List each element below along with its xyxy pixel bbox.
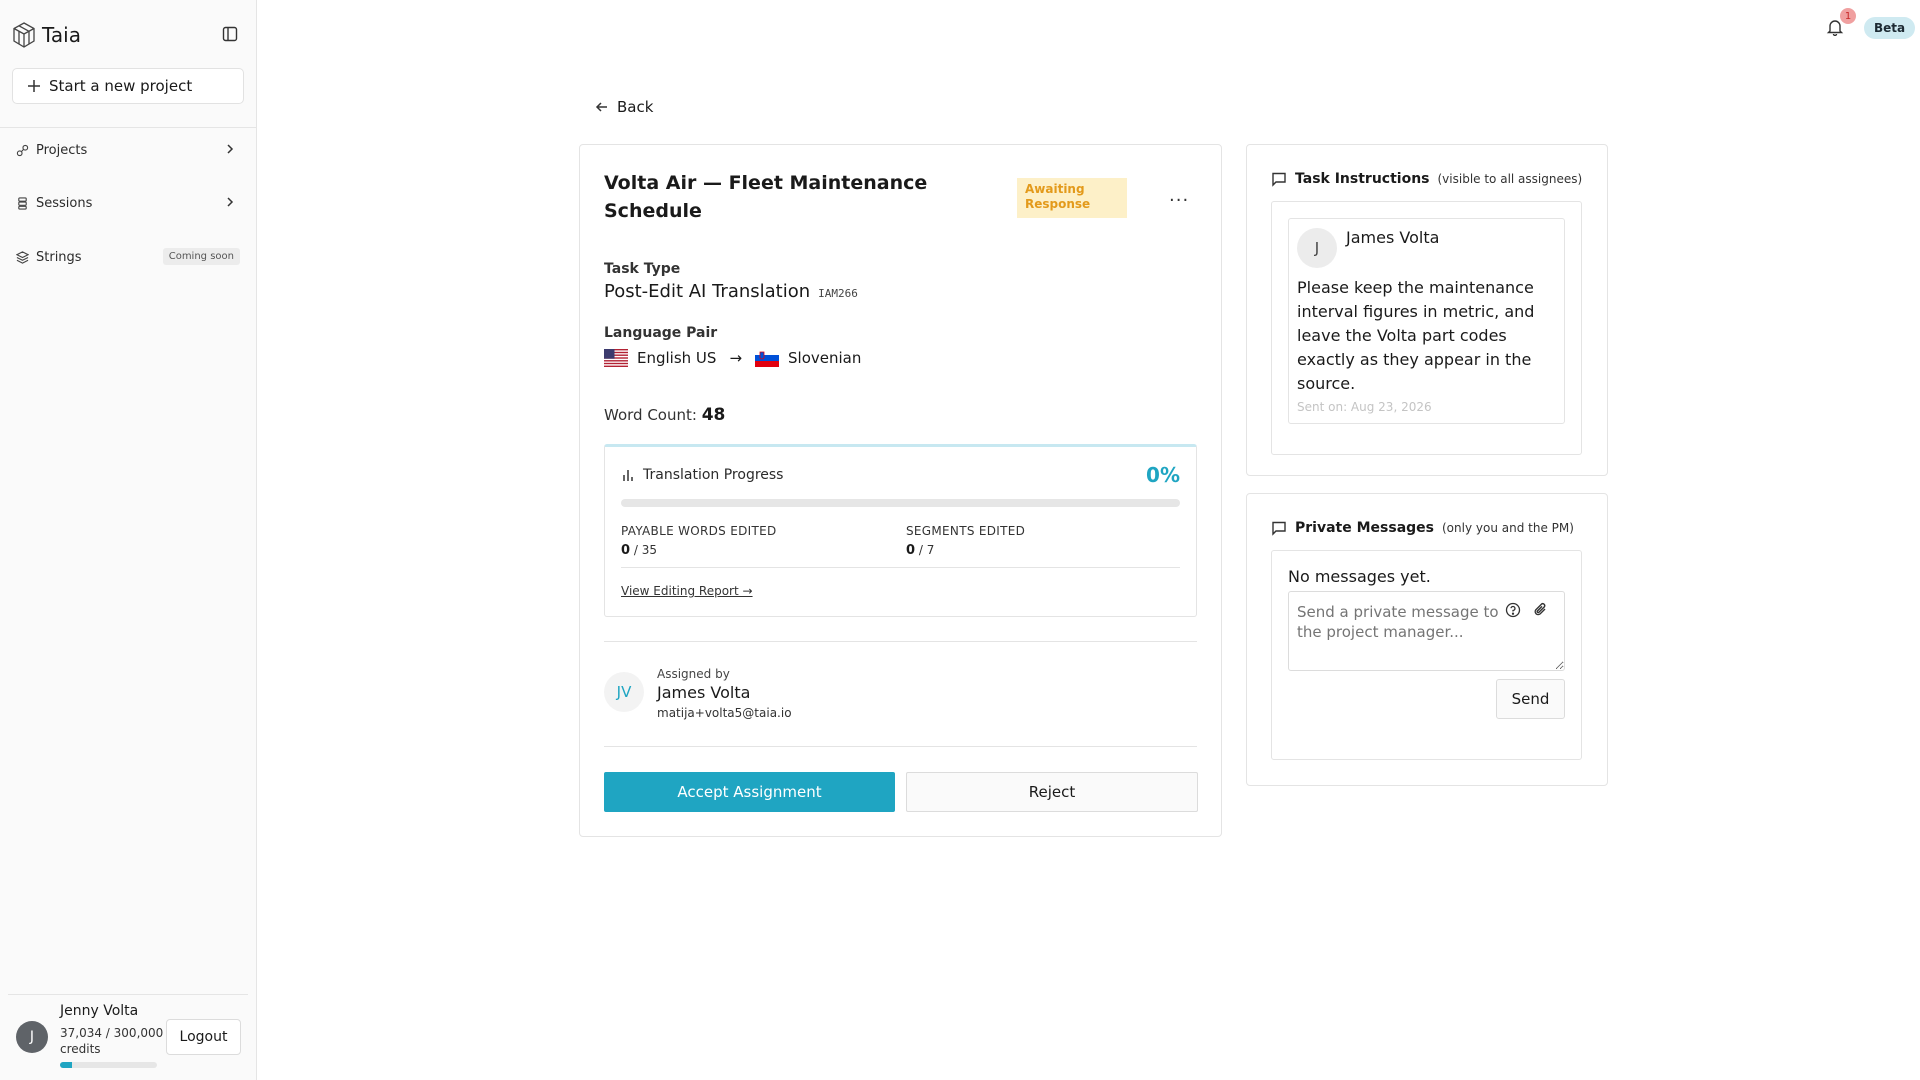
user-avatar[interactable]: J xyxy=(16,1021,48,1053)
target-language: Slovenian xyxy=(788,349,862,367)
back-label: Back xyxy=(617,98,654,116)
progress-divider xyxy=(621,567,1180,568)
back-link[interactable]: Back xyxy=(595,98,653,116)
language-pair: English US → Slovenian xyxy=(604,349,861,367)
coming-soon-badge: Coming soon xyxy=(162,248,240,265)
arrow-left-icon xyxy=(595,102,607,112)
private-messages-subtitle: (only you and the PM) xyxy=(1442,521,1574,535)
task-title: Volta Air — Fleet Maintenance Schedule xyxy=(604,172,928,222)
view-editing-report-link[interactable]: View Editing Report → xyxy=(621,584,753,598)
private-messages-header: Private Messages (only you and the PM) xyxy=(1271,520,1574,536)
beta-badge: Beta xyxy=(1864,17,1916,39)
sidebar-footer-divider xyxy=(8,994,248,995)
instruction-message: J James Volta Please keep the maintenanc… xyxy=(1288,218,1565,424)
word-count-value: 48 xyxy=(701,405,726,425)
payable-words-value: 0 / 35 xyxy=(621,543,657,558)
task-code: IAM266 xyxy=(818,287,858,300)
us-flag-icon xyxy=(604,349,628,367)
private-message-input[interactable] xyxy=(1288,591,1565,671)
credits-progress-bar xyxy=(60,1062,157,1068)
source-language: English US xyxy=(637,349,717,367)
payable-words-label: PAYABLE WORDS EDITED xyxy=(621,524,777,538)
plus-icon xyxy=(28,80,40,92)
progress-bar xyxy=(621,499,1180,507)
segments-done: 0 xyxy=(906,543,916,558)
segments-edited-label: SEGMENTS EDITED xyxy=(906,524,1026,538)
segments-total: / 7 xyxy=(918,543,935,557)
sidebar-item-sessions[interactable]: Sessions xyxy=(12,188,244,218)
user-credits: 37,034 / 300,000 credits xyxy=(60,1026,164,1056)
message-square-icon xyxy=(1272,172,1286,187)
private-messages-title: Private Messages xyxy=(1295,520,1434,536)
sidebar: Taia Start a new project Projects Sessio… xyxy=(0,0,257,1080)
progress-title-text: Translation Progress xyxy=(643,467,784,483)
user-name: Jenny Volta xyxy=(60,1003,139,1019)
message-square-icon xyxy=(1272,521,1286,536)
task-instructions-subtitle: (visible to all assignees) xyxy=(1437,172,1583,186)
sent-date: Sent on: Aug 23, 2026 xyxy=(1297,400,1432,414)
send-button[interactable]: Send xyxy=(1496,679,1565,719)
progress-title: Translation Progress xyxy=(621,467,783,483)
cube-logo-icon xyxy=(13,22,35,48)
assigner-name: James Volta xyxy=(657,683,751,702)
app-logo[interactable]: Taia xyxy=(12,22,81,48)
assigner-email: matija+volta5@taia.io xyxy=(657,706,792,720)
progress-percent: 0% xyxy=(1146,463,1180,487)
task-type-label: Task Type xyxy=(604,261,681,277)
author-name: James Volta xyxy=(1346,228,1440,247)
divider xyxy=(604,641,1197,642)
sidebar-item-label: Projects xyxy=(36,142,88,158)
assigned-by-label: Assigned by xyxy=(657,667,730,681)
author-avatar: J xyxy=(1297,228,1337,268)
sidebar-item-label: Strings xyxy=(36,249,82,265)
status-badge: Awaiting Response xyxy=(1017,178,1127,218)
word-count-label: Word Count: xyxy=(604,406,697,424)
sidebar-divider xyxy=(0,127,256,128)
logout-button[interactable]: Logout xyxy=(166,1019,241,1055)
task-type-value: Post-Edit AI Translation xyxy=(604,281,811,302)
app-name: Taia xyxy=(42,23,81,47)
instruction-text: Please keep the maintenance interval fig… xyxy=(1297,278,1535,393)
bar-chart-icon xyxy=(623,470,633,481)
sidebar-item-label: Sessions xyxy=(36,195,93,211)
sidebar-toggle-button[interactable] xyxy=(220,24,240,44)
paperclip-icon[interactable] xyxy=(1532,601,1550,619)
chevron-right-icon xyxy=(227,197,234,207)
layers-icon xyxy=(16,250,29,264)
payable-words-done: 0 xyxy=(621,543,631,558)
sidebar-item-projects[interactable]: Projects xyxy=(12,135,244,165)
sidebar-item-strings[interactable]: Strings Coming soon xyxy=(12,242,244,272)
sessions-icon xyxy=(18,196,27,210)
projects-icon xyxy=(16,144,29,156)
task-type: Post-Edit AI Translation IAM266 xyxy=(604,281,858,302)
word-count: Word Count: 48 xyxy=(604,405,725,425)
private-messages-container: No messages yet. Send xyxy=(1271,550,1582,760)
help-circle-icon[interactable] xyxy=(1504,601,1522,619)
task-instructions-panel: Task Instructions (visible to all assign… xyxy=(1246,144,1608,476)
language-pair-label: Language Pair xyxy=(604,325,718,341)
segments-edited-value: 0 / 7 xyxy=(906,543,934,558)
slovenia-flag-icon xyxy=(755,349,780,367)
divider xyxy=(604,746,1197,747)
private-messages-panel: Private Messages (only you and the PM) N… xyxy=(1246,493,1608,786)
more-options-button[interactable]: ... xyxy=(1169,185,1189,206)
credits-progress-fill xyxy=(60,1062,72,1068)
panel-left-icon xyxy=(222,26,238,42)
accept-assignment-button[interactable]: Accept Assignment xyxy=(604,772,895,812)
task-instructions-title: Task Instructions xyxy=(1295,171,1430,187)
reject-button[interactable]: Reject xyxy=(906,772,1198,812)
chevron-right-icon xyxy=(227,144,234,154)
language-arrow: → xyxy=(729,349,743,367)
assigner-avatar: JV xyxy=(604,672,644,712)
payable-words-total: / 35 xyxy=(633,543,658,557)
new-project-label: Start a new project xyxy=(49,77,193,95)
task-card: Volta Air — Fleet Maintenance Schedule A… xyxy=(579,144,1222,837)
empty-messages-text: No messages yet. xyxy=(1288,567,1431,586)
notification-count-badge: 1 xyxy=(1840,8,1856,24)
new-project-button[interactable]: Start a new project xyxy=(12,68,244,104)
instructions-container: J James Volta Please keep the maintenanc… xyxy=(1271,201,1582,455)
task-instructions-header: Task Instructions (visible to all assign… xyxy=(1271,171,1582,187)
translation-progress-panel: Translation Progress 0% PAYABLE WORDS ED… xyxy=(604,444,1197,617)
